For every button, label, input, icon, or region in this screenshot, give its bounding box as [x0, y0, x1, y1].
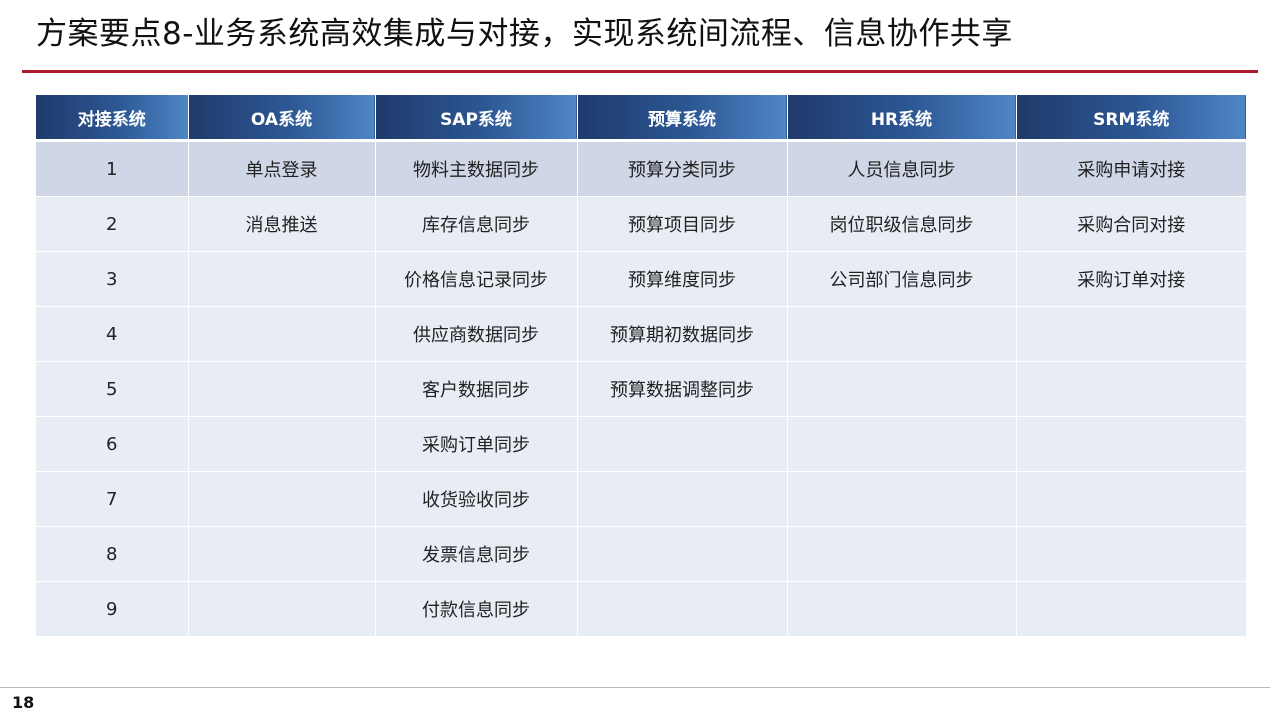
sap-cell: 供应商数据同步	[375, 306, 578, 362]
hr-cell	[787, 416, 1017, 472]
sap-cell: 采购订单同步	[375, 416, 578, 472]
budget-cell	[577, 526, 788, 582]
budget-cell	[577, 471, 788, 527]
table-row: 4 供应商数据同步 预算期初数据同步	[36, 306, 1246, 362]
srm-cell	[1016, 361, 1246, 417]
row-number: 8	[36, 526, 189, 582]
title-divider	[22, 70, 1258, 73]
table-row: 6 采购订单同步	[36, 416, 1246, 472]
table-row: 7 收货验收同步	[36, 471, 1246, 527]
table-row: 5 客户数据同步 预算数据调整同步	[36, 361, 1246, 417]
sap-cell: 付款信息同步	[375, 581, 578, 637]
budget-cell: 预算分类同步	[577, 140, 788, 197]
srm-cell	[1016, 581, 1246, 637]
hr-cell	[787, 306, 1017, 362]
table-row: 8 发票信息同步	[36, 526, 1246, 582]
row-number: 1	[36, 140, 189, 197]
budget-cell	[577, 416, 788, 472]
footer-divider	[0, 687, 1270, 688]
hr-cell: 岗位职级信息同步	[787, 196, 1017, 252]
page-number: 18	[12, 693, 35, 712]
sap-cell: 价格信息记录同步	[375, 251, 578, 307]
header-budget-system: 预算系统	[577, 95, 788, 142]
table-row: 2 消息推送 库存信息同步 预算项目同步 岗位职级信息同步 采购合同对接	[36, 196, 1246, 252]
sap-cell: 发票信息同步	[375, 526, 578, 582]
row-number: 3	[36, 251, 189, 307]
integration-table: 对接系统 OA系统 SAP系统 预算系统 HR系统 SRM系统 1 单点登录 物…	[36, 95, 1246, 637]
srm-cell: 采购合同对接	[1016, 196, 1246, 252]
sap-cell: 收货验收同步	[375, 471, 578, 527]
sap-cell: 物料主数据同步	[375, 140, 578, 197]
oa-cell: 消息推送	[188, 196, 376, 252]
header-oa-system: OA系统	[188, 95, 376, 142]
srm-cell	[1016, 526, 1246, 582]
budget-cell: 预算维度同步	[577, 251, 788, 307]
budget-cell: 预算数据调整同步	[577, 361, 788, 417]
srm-cell	[1016, 306, 1246, 362]
hr-cell: 公司部门信息同步	[787, 251, 1017, 307]
sap-cell: 库存信息同步	[375, 196, 578, 252]
srm-cell: 采购申请对接	[1016, 140, 1246, 197]
budget-cell: 预算期初数据同步	[577, 306, 788, 362]
slide-title: 方案要点8-业务系统高效集成与对接，实现系统间流程、信息协作共享	[36, 16, 1013, 52]
row-number: 6	[36, 416, 189, 472]
row-number: 5	[36, 361, 189, 417]
hr-cell: 人员信息同步	[787, 140, 1017, 197]
table-row: 1 单点登录 物料主数据同步 预算分类同步 人员信息同步 采购申请对接	[36, 140, 1246, 197]
oa-cell	[188, 416, 376, 472]
oa-cell	[188, 306, 376, 362]
row-number: 9	[36, 581, 189, 637]
hr-cell	[787, 526, 1017, 582]
oa-cell	[188, 361, 376, 417]
row-number: 4	[36, 306, 189, 362]
oa-cell	[188, 471, 376, 527]
header-integration-system: 对接系统	[36, 95, 189, 142]
oa-cell	[188, 251, 376, 307]
row-number: 7	[36, 471, 189, 527]
sap-cell: 客户数据同步	[375, 361, 578, 417]
hr-cell	[787, 471, 1017, 527]
srm-cell: 采购订单对接	[1016, 251, 1246, 307]
header-sap-system: SAP系统	[375, 95, 578, 142]
hr-cell	[787, 581, 1017, 637]
header-hr-system: HR系统	[787, 95, 1017, 142]
budget-cell	[577, 581, 788, 637]
hr-cell	[787, 361, 1017, 417]
table-row: 9 付款信息同步	[36, 581, 1246, 637]
header-srm-system: SRM系统	[1016, 95, 1246, 142]
row-number: 2	[36, 196, 189, 252]
oa-cell	[188, 526, 376, 582]
oa-cell: 单点登录	[188, 140, 376, 197]
table-row: 3 价格信息记录同步 预算维度同步 公司部门信息同步 采购订单对接	[36, 251, 1246, 307]
oa-cell	[188, 581, 376, 637]
table-header-row: 对接系统 OA系统 SAP系统 预算系统 HR系统 SRM系统	[36, 95, 1246, 142]
srm-cell	[1016, 471, 1246, 527]
srm-cell	[1016, 416, 1246, 472]
budget-cell: 预算项目同步	[577, 196, 788, 252]
